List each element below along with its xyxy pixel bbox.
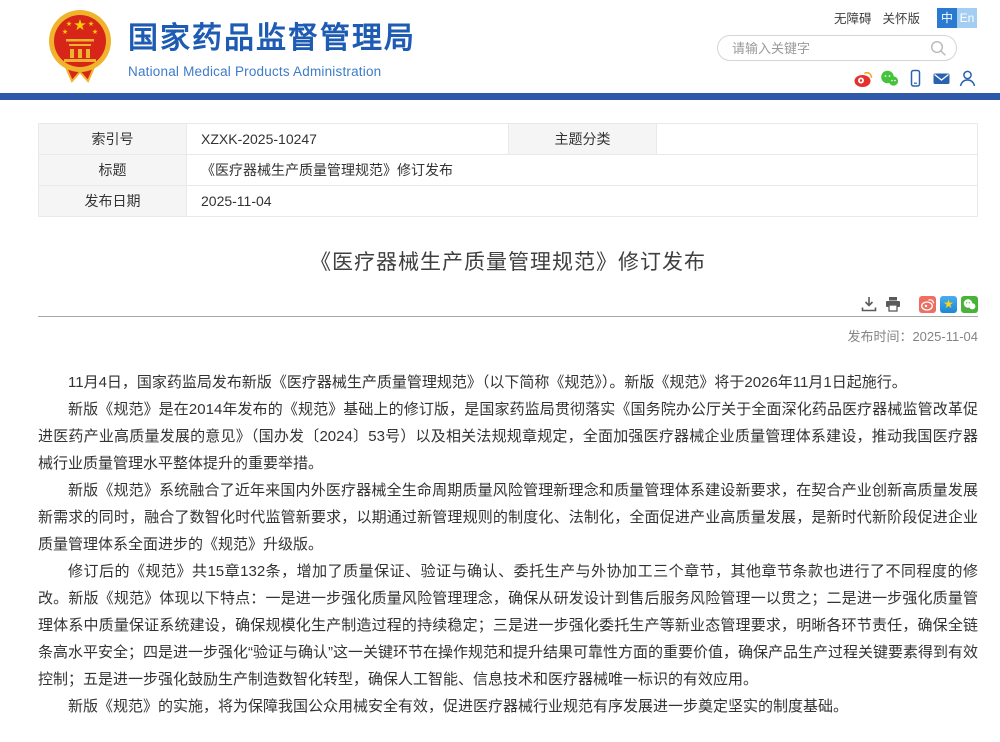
site-title-en: National Medical Products Administration	[128, 64, 416, 79]
meta-label-date: 发布日期	[39, 186, 187, 217]
table-row: 发布日期 2025-11-04	[39, 186, 978, 217]
search-box	[717, 35, 957, 61]
header-divider-bar	[0, 93, 1000, 100]
lang-en-button[interactable]: En	[957, 8, 977, 28]
share-weibo-icon[interactable]	[919, 296, 936, 313]
main-content: 索引号 XZXK-2025-10247 主题分类 标题 《医疗器械生产质量管理规…	[38, 123, 978, 742]
article-paragraph: 新版《规范》的实施，将为保障我国公众用械安全有效，促进医疗器械行业规范有序发展进…	[38, 693, 978, 720]
wechat-icon[interactable]	[880, 69, 899, 88]
print-icon[interactable]	[885, 296, 901, 312]
meta-value-title: 《医疗器械生产质量管理规范》修订发布	[187, 155, 978, 186]
table-row: 索引号 XZXK-2025-10247 主题分类	[39, 124, 978, 155]
top-links: 无障碍 关怀版 中 En	[717, 7, 977, 28]
article-toolbar: ★	[38, 295, 978, 313]
site-title-cn: 国家药品监督管理局	[128, 13, 416, 57]
site-brand[interactable]: ★ ★ ★ ★ ★ 国家药品监督管理局 National Medical Pro…	[45, 9, 416, 83]
mail-icon[interactable]	[932, 69, 951, 88]
meta-value-index: XZXK-2025-10247	[187, 124, 509, 155]
svg-text:★: ★	[92, 28, 98, 36]
site-header: ★ ★ ★ ★ ★ 国家药品监督管理局 National Medical Pro…	[0, 0, 1000, 93]
mobile-icon[interactable]	[906, 69, 925, 88]
weibo-icon[interactable]	[854, 69, 873, 88]
share-buttons: ★	[919, 296, 978, 313]
meta-label-index: 索引号	[39, 124, 187, 155]
article-paragraph: 新版《规范》系统融合了近年来国内外医疗器械全生命周期质量风险管理新理念和质量管理…	[38, 477, 978, 558]
document-meta-table: 索引号 XZXK-2025-10247 主题分类 标题 《医疗器械生产质量管理规…	[38, 123, 978, 217]
accessibility-link[interactable]: 无障碍	[834, 8, 872, 27]
download-icon[interactable]	[861, 296, 877, 312]
social-links	[717, 69, 977, 88]
table-row: 标题 《医疗器械生产质量管理规范》修订发布	[39, 155, 978, 186]
page-title: 《医疗器械生产质量管理规范》修订发布	[38, 246, 978, 276]
article-body: 11月4日，国家药监局发布新版《医疗器械生产质量管理规范》（以下简称《规范》）。…	[38, 369, 978, 720]
search-input[interactable]	[732, 37, 927, 59]
meta-value-topic	[657, 124, 978, 155]
search-icon[interactable]	[930, 40, 947, 57]
svg-text:★: ★	[62, 28, 68, 36]
user-icon[interactable]	[958, 69, 977, 88]
share-wechat-icon[interactable]	[961, 296, 978, 313]
title-divider	[38, 316, 978, 317]
publish-time: 发布时间：2025-11-04	[38, 326, 978, 345]
publish-time-label: 发布时间：	[847, 329, 912, 344]
svg-text:★: ★	[73, 17, 86, 34]
lang-zh-button[interactable]: 中	[937, 8, 957, 28]
care-version-link[interactable]: 关怀版	[882, 8, 920, 27]
share-qzone-icon[interactable]: ★	[940, 296, 957, 313]
meta-label-topic: 主题分类	[509, 124, 657, 155]
article-paragraph: 新版《规范》是在2014年发布的《规范》基础上的修订版，是国家药监局贯彻落实《国…	[38, 396, 978, 477]
language-toggle: 中 En	[937, 8, 977, 28]
meta-value-date: 2025-11-04	[187, 186, 978, 217]
national-emblem-logo: ★ ★ ★ ★ ★	[45, 9, 115, 83]
svg-text:★: ★	[66, 20, 72, 28]
article-paragraph: 修订后的《规范》共15章132条，增加了质量保证、验证与确认、委托生产与外协加工…	[38, 558, 978, 693]
header-utilities: 无障碍 关怀版 中 En	[717, 7, 977, 88]
svg-text:★: ★	[88, 20, 94, 28]
article-paragraph: 11月4日，国家药监局发布新版《医疗器械生产质量管理规范》（以下简称《规范》）。…	[38, 369, 978, 396]
publish-time-value: 2025-11-04	[912, 329, 978, 344]
meta-label-title: 标题	[39, 155, 187, 186]
